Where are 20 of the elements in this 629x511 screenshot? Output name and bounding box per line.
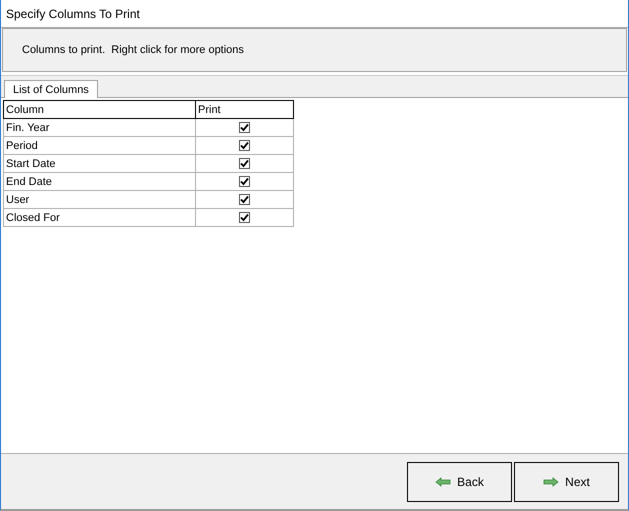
table-cell: Period [4,136,196,154]
tab[interactable]: List of Columns [4,80,98,98]
next-button[interactable]: Next [514,462,619,502]
checkbox[interactable] [239,122,250,134]
column-header[interactable]: Print [196,100,294,118]
instruction-text: Columns to print. Right click for more options [22,44,244,56]
checkbox[interactable] [239,140,250,152]
checkbox[interactable] [239,158,250,170]
checkbox[interactable] [239,176,250,188]
left-arrow-icon [435,476,452,486]
table-cell: User [4,190,196,208]
table-cell: End Date [4,172,196,190]
table-cell: Start Date [4,154,196,172]
right-arrow-icon [543,476,560,486]
table-cell: Closed For [4,208,196,226]
back-button[interactable]: Back [407,462,512,502]
checkbox[interactable] [239,194,250,206]
checkbox[interactable] [239,212,250,224]
table-cell: Fin. Year [4,118,196,136]
column-header[interactable]: Column [4,100,196,118]
